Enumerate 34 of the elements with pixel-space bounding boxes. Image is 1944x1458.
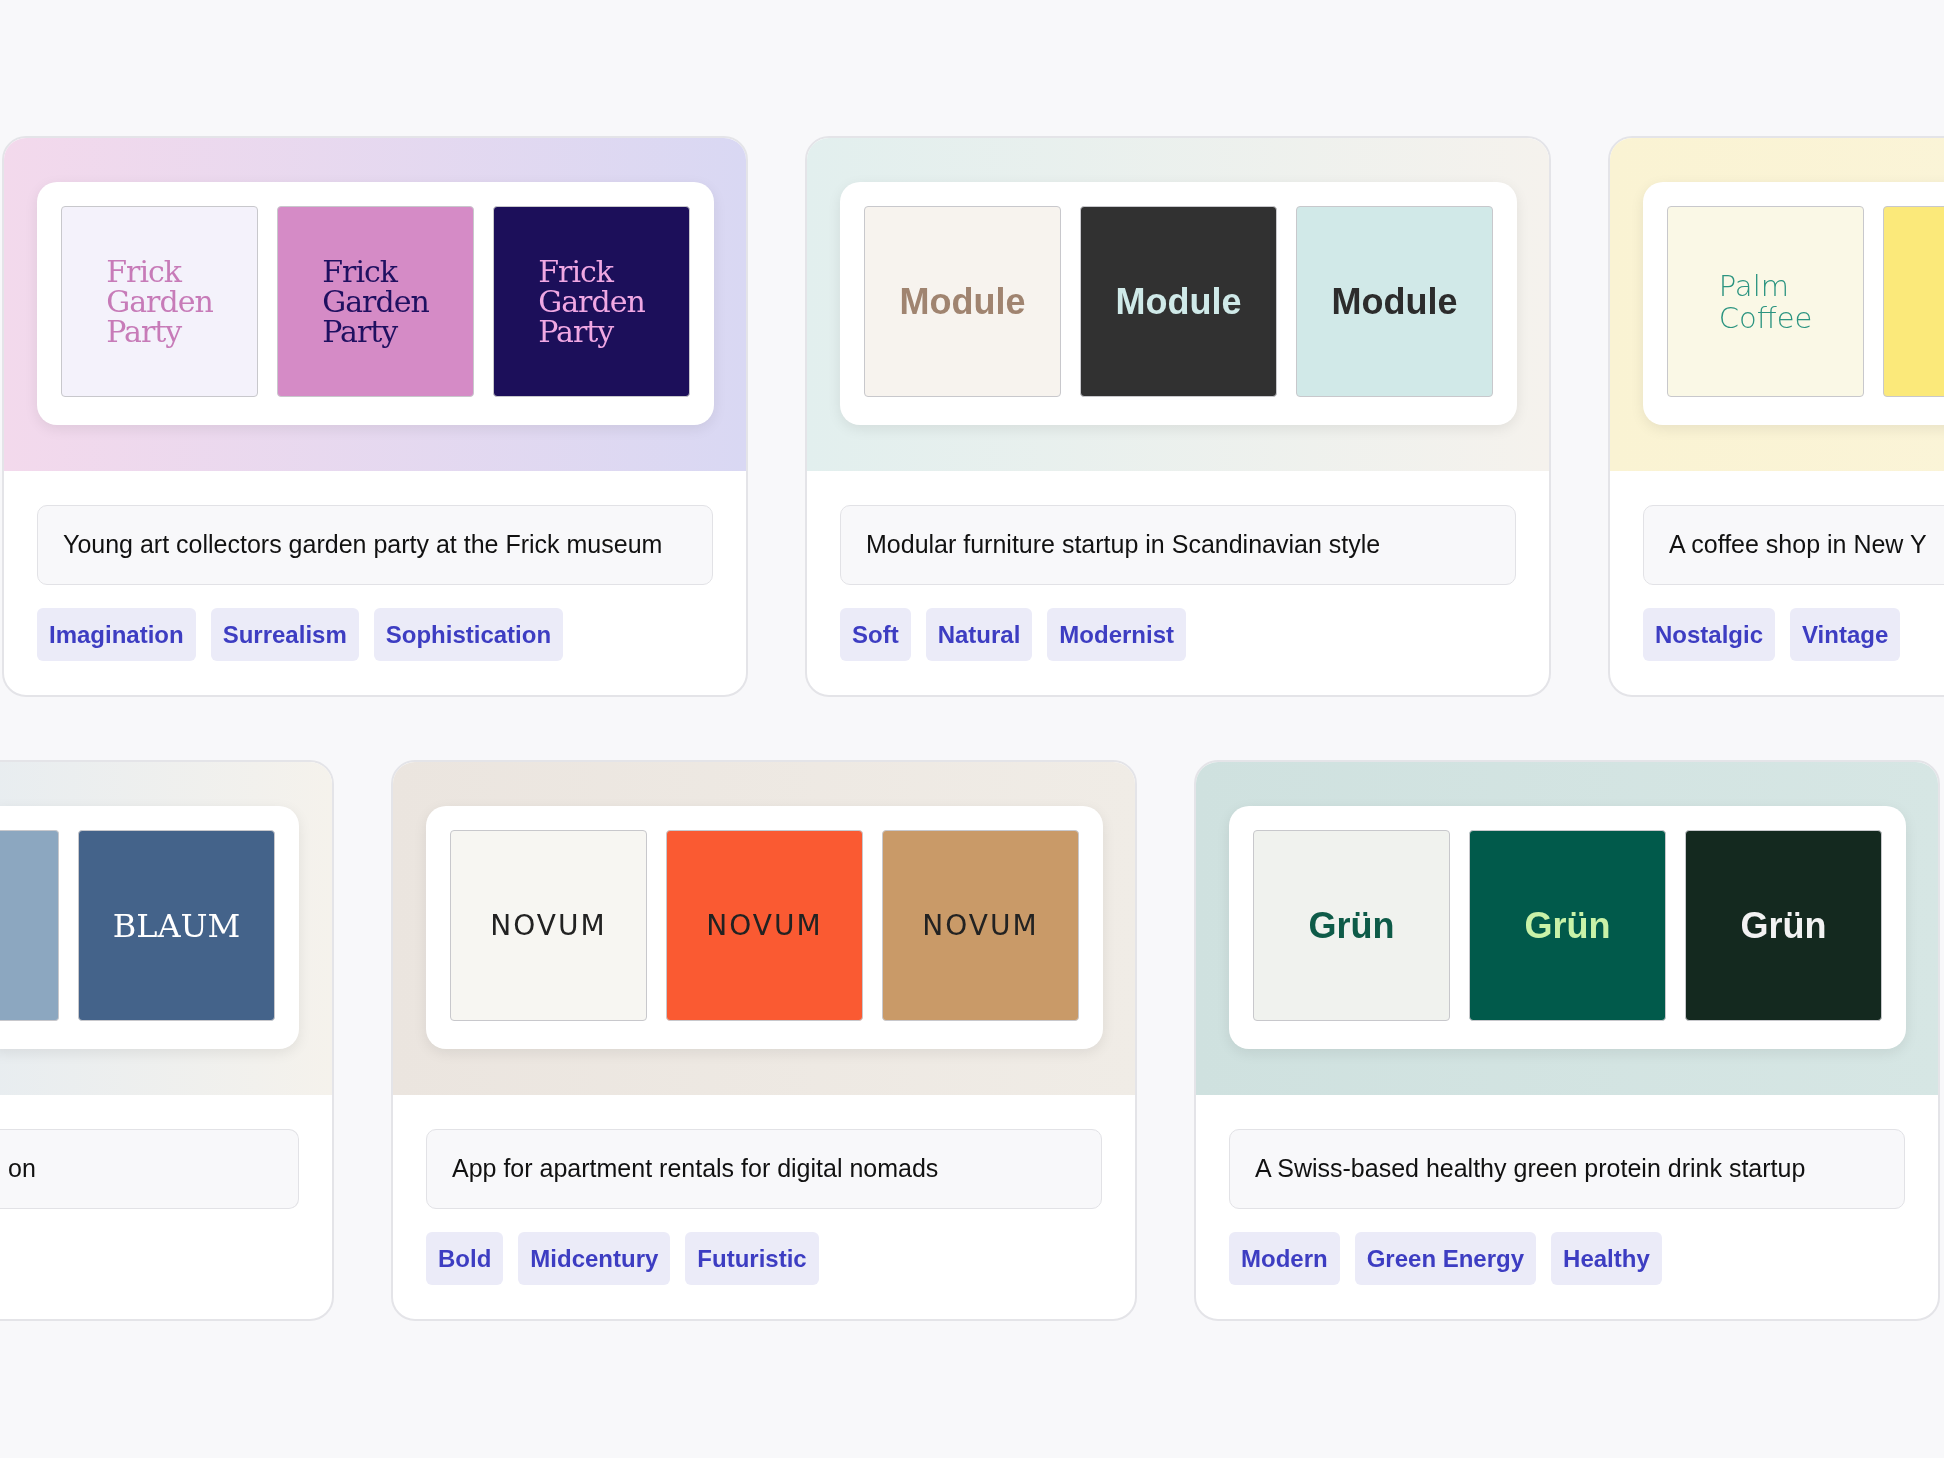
- tag-chip: Soft: [840, 608, 911, 661]
- tag-chip: Bold: [426, 1232, 504, 1285]
- logo-text: Grün: [1740, 903, 1827, 948]
- tag-chip: Green Energy: [1354, 1232, 1537, 1285]
- logo-text: Frick Garden Party: [106, 256, 213, 347]
- tag-chip: Nostalgic: [1643, 608, 1776, 661]
- description-box: Modular furniture startup in Scandinavian style: [840, 505, 1516, 585]
- description-box: on: [0, 1129, 299, 1209]
- description-box: A coffee shop in New Y: [1643, 505, 1944, 585]
- logo-text: Module: [1115, 279, 1242, 324]
- tag-chip: Modern: [1229, 1232, 1340, 1285]
- logo-text: Palm Coffee: [1718, 269, 1813, 334]
- tag-chip: Surrealism: [210, 608, 359, 661]
- logo-text: Frick Garden Party: [538, 256, 645, 347]
- tag-chip: Sophistication: [373, 608, 564, 661]
- logo-text: Grün: [1308, 903, 1395, 948]
- logo-text: NOVUM: [490, 907, 607, 944]
- logo-text: Module: [1331, 279, 1458, 324]
- tag-chip: Midcentury: [518, 1232, 671, 1285]
- description-box: A Swiss-based healthy green protein drink startup: [1229, 1129, 1905, 1209]
- description-box: Young art collectors garden party at the Frick museum: [37, 505, 713, 585]
- logo-text: Module: [899, 279, 1026, 324]
- logo-text: NOVUM: [706, 907, 823, 944]
- tag-chip: Vintage: [1790, 608, 1901, 661]
- tag-chip: Healthy: [1551, 1232, 1662, 1285]
- logo-text: Grün: [1524, 903, 1611, 948]
- logo-text: BLAUM: [112, 905, 241, 947]
- logo-text: NOVUM: [922, 907, 1039, 944]
- description-box: App for apartment rentals for digital nomads: [426, 1129, 1102, 1209]
- tag-chip: Imagination: [37, 608, 196, 661]
- logo-text: Frick Garden Party: [322, 256, 429, 347]
- tag-chip: Futuristic: [685, 1232, 819, 1285]
- tag-chip: Modernist: [1047, 608, 1186, 661]
- tag-chip: Natural: [925, 608, 1033, 661]
